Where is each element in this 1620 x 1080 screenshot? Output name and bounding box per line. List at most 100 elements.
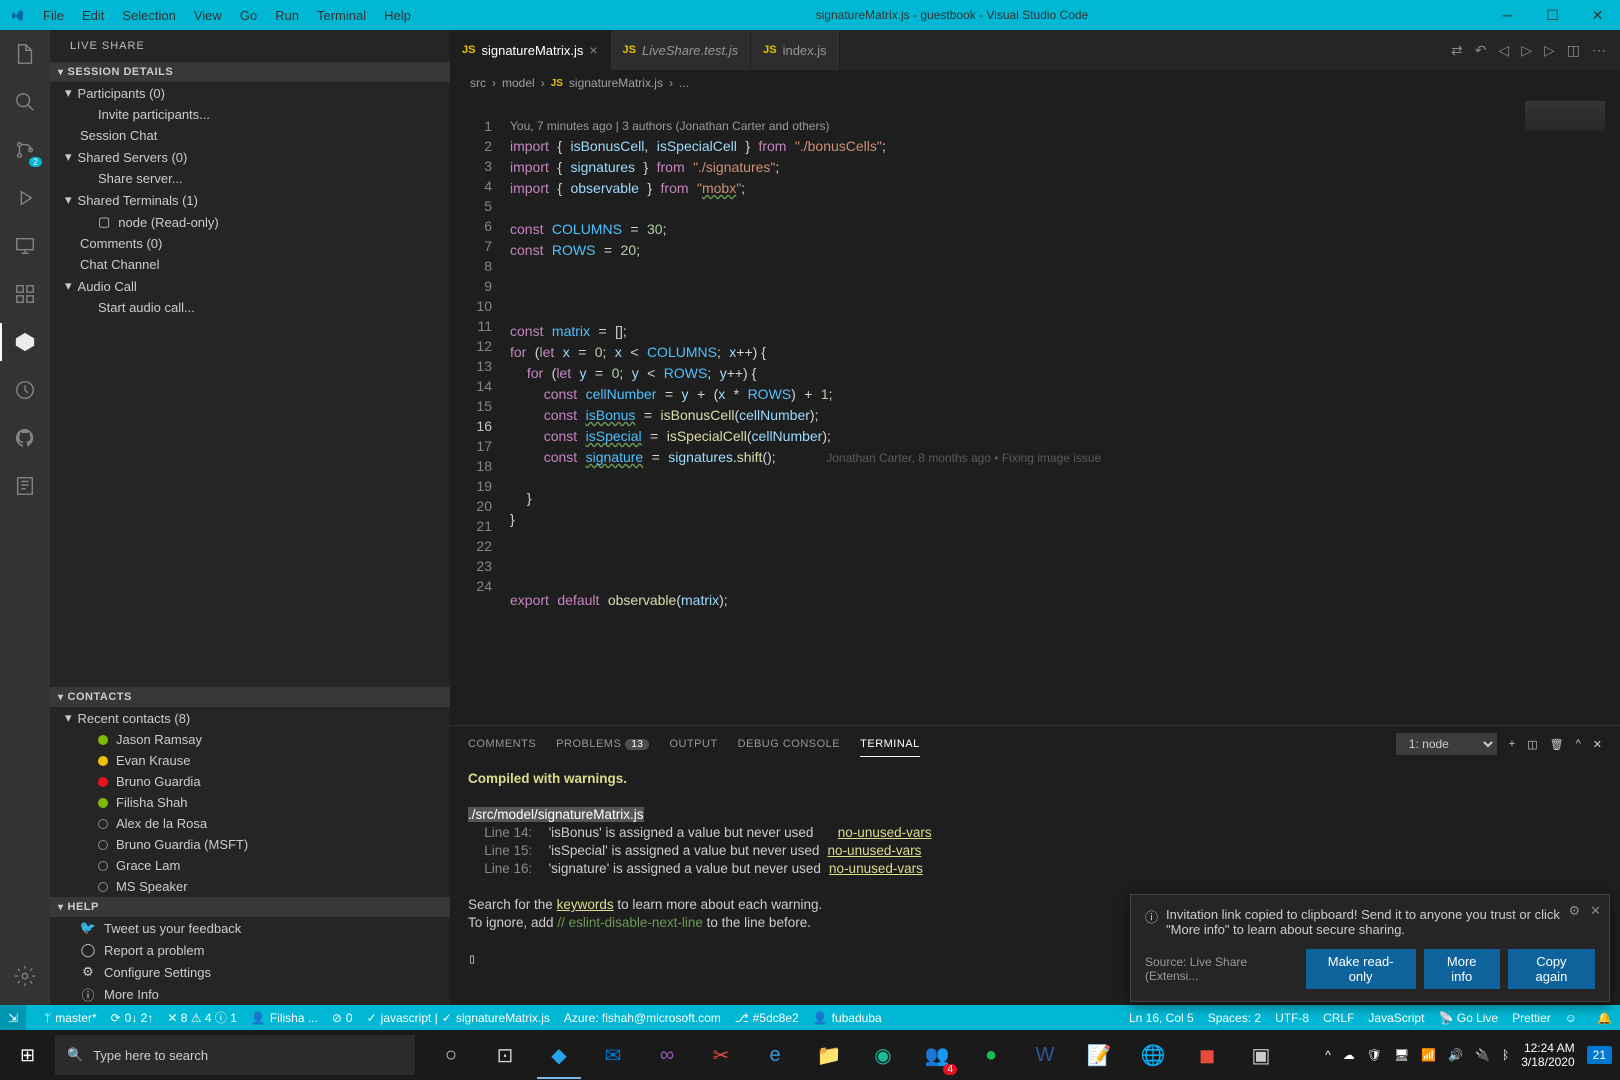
cortana-icon[interactable]: ○	[425, 1031, 477, 1079]
tree-participants[interactable]: ▾Participants (0)	[50, 82, 450, 104]
tray-defender-icon[interactable]: 🛡	[1367, 1048, 1382, 1062]
contact-item[interactable]: Alex de la Rosa	[50, 813, 450, 834]
status-azure[interactable]: Azure: fishah@microsoft.com	[564, 1011, 721, 1025]
taskview-icon[interactable]: ⊡	[479, 1031, 531, 1079]
contact-item[interactable]: Grace Lam	[50, 855, 450, 876]
prev-icon[interactable]: ◁	[1498, 42, 1509, 59]
contact-item[interactable]: Evan Krause	[50, 750, 450, 771]
outlook-taskbar-icon[interactable]: ✉	[587, 1031, 639, 1079]
section-help[interactable]: ▾HELP	[50, 897, 450, 917]
notepad-taskbar-icon[interactable]: 📝	[1073, 1031, 1125, 1079]
menu-selection[interactable]: Selection	[114, 4, 183, 27]
test-icon[interactable]	[11, 376, 39, 404]
status-lang-mode[interactable]: JavaScript	[1368, 1011, 1424, 1025]
close-button[interactable]: ✕	[1575, 7, 1620, 24]
tree-comments[interactable]: Comments (0)	[50, 233, 450, 254]
run-debug-icon[interactable]	[11, 184, 39, 212]
help-more-info[interactable]: ⓘMore Info	[50, 983, 450, 1005]
minimize-button[interactable]: ─	[1485, 7, 1530, 24]
split-terminal-icon[interactable]: ◫	[1527, 738, 1537, 751]
split-icon[interactable]: ◫	[1567, 42, 1580, 59]
close-panel-icon[interactable]: ✕	[1593, 738, 1602, 751]
help-tweet[interactable]: 🐦Tweet us your feedback	[50, 917, 450, 939]
panel-tab-terminal[interactable]: TERMINAL	[860, 732, 920, 757]
tab-livesharetest[interactable]: JSLiveShare.test.js	[611, 30, 752, 70]
visualstudio-taskbar-icon[interactable]: ∞	[641, 1031, 693, 1079]
maximize-panel-icon[interactable]: ^	[1576, 738, 1581, 750]
menu-edit[interactable]: Edit	[74, 4, 112, 27]
breadcrumb-item[interactable]: model	[502, 76, 535, 90]
snip-taskbar-icon[interactable]: ✂	[695, 1031, 747, 1079]
status-user[interactable]: 👤 fubaduba	[813, 1011, 882, 1025]
fileexplorer-taskbar-icon[interactable]: 📁	[803, 1031, 855, 1079]
settings-icon[interactable]	[11, 962, 39, 990]
tray-onedrive-icon[interactable]: ☁	[1343, 1048, 1355, 1062]
tree-shared-servers[interactable]: ▾Shared Servers (0)	[50, 146, 450, 168]
breadcrumb-item[interactable]: src	[470, 76, 486, 90]
contact-item[interactable]: Jason Ramsay	[50, 729, 450, 750]
status-golive[interactable]: 📡 Go Live	[1438, 1011, 1498, 1025]
status-problems[interactable]: ✕ 8 ⚠ 4 ⓘ 1	[167, 1009, 237, 1026]
tree-audio-call[interactable]: ▾Audio Call	[50, 275, 450, 297]
new-terminal-icon[interactable]: +	[1509, 738, 1515, 750]
menu-file[interactable]: File	[35, 4, 72, 27]
section-session-details[interactable]: ▾SESSION DETAILS	[50, 62, 450, 82]
more-icon[interactable]: ⋯	[1592, 42, 1606, 59]
kill-terminal-icon[interactable]: 🗑	[1550, 738, 1564, 751]
status-language[interactable]: ✓ javascript | ✓ signatureMatrix.js	[367, 1011, 550, 1025]
tray-power-icon[interactable]: 🔌	[1475, 1048, 1490, 1062]
panel-tab-output[interactable]: OUTPUT	[669, 732, 717, 756]
status-liveshare[interactable]: 👤 Filisha ...	[251, 1011, 318, 1025]
tray-chevron-icon[interactable]: ^	[1325, 1048, 1331, 1062]
next-icon[interactable]: ▷	[1521, 42, 1532, 59]
tree-invite-participants[interactable]: Invite participants...	[50, 104, 450, 125]
code-editor[interactable]: 123456789101112131415161718192021222324 …	[450, 96, 1620, 725]
tree-session-chat[interactable]: Session Chat	[50, 125, 450, 146]
panel-tab-debug[interactable]: DEBUG CONSOLE	[738, 732, 840, 756]
tray-screen-icon[interactable]: 🖥	[1394, 1048, 1409, 1062]
status-bell-icon[interactable]: 🔔	[1597, 1011, 1612, 1025]
copy-again-button[interactable]: Copy again	[1508, 949, 1595, 989]
help-report[interactable]: ◯Report a problem	[50, 939, 450, 961]
run-icon[interactable]: ▷	[1544, 42, 1555, 59]
edge-taskbar-icon[interactable]: ◉	[857, 1031, 909, 1079]
status-commit[interactable]: ⎇ #5dc8e2	[735, 1011, 799, 1025]
close-tab-icon[interactable]: ×	[589, 42, 597, 58]
edge-legacy-taskbar-icon[interactable]: e	[749, 1031, 801, 1079]
panel-tab-comments[interactable]: COMMENTS	[468, 732, 536, 756]
menu-terminal[interactable]: Terminal	[309, 4, 374, 27]
maximize-button[interactable]: ☐	[1530, 7, 1575, 24]
vscode-taskbar-icon[interactable]: ◆	[533, 1031, 585, 1079]
teams-taskbar-icon[interactable]: 👥4	[911, 1031, 963, 1079]
tray-bluetooth-icon[interactable]: ᛒ	[1502, 1048, 1509, 1062]
chrome-taskbar-icon[interactable]: 🌐	[1127, 1031, 1179, 1079]
word-taskbar-icon[interactable]: W	[1019, 1031, 1071, 1079]
breadcrumb-item[interactable]: ...	[679, 76, 689, 90]
menu-view[interactable]: View	[186, 4, 230, 27]
extensions-icon[interactable]	[11, 280, 39, 308]
github-icon[interactable]	[11, 424, 39, 452]
action-center-icon[interactable]: 21	[1587, 1046, 1612, 1064]
docs-icon[interactable]	[11, 472, 39, 500]
breadcrumb[interactable]: src› model› JSsignatureMatrix.js› ...	[450, 70, 1620, 96]
tab-index[interactable]: JSindex.js	[751, 30, 840, 70]
tree-terminal-node[interactable]: ▢node (Read-only)	[50, 211, 450, 233]
spotify-taskbar-icon[interactable]: ●	[965, 1031, 1017, 1079]
tree-share-server[interactable]: Share server...	[50, 168, 450, 189]
tray-network-icon[interactable]: 📶	[1421, 1048, 1436, 1062]
tree-start-audio[interactable]: Start audio call...	[50, 297, 450, 318]
close-icon[interactable]: ✕	[1590, 903, 1601, 919]
menu-help[interactable]: Help	[376, 4, 419, 27]
terminal-taskbar-icon[interactable]: ▣	[1235, 1031, 1287, 1079]
status-feedback-icon[interactable]: ☺	[1565, 1011, 1577, 1025]
remote-explorer-icon[interactable]	[11, 232, 39, 260]
section-contacts[interactable]: ▾CONTACTS	[50, 687, 450, 707]
status-branch[interactable]: ᛘ master*	[44, 1011, 97, 1025]
liveshare-icon[interactable]	[11, 328, 39, 356]
more-info-button[interactable]: More info	[1424, 949, 1500, 989]
source-control-icon[interactable]: 2	[11, 136, 39, 164]
tree-recent-contacts[interactable]: ▾Recent contacts (8)	[50, 707, 450, 729]
code-content[interactable]: You, 7 minutes ago | 3 authors (Jonathan…	[510, 96, 1620, 725]
status-count[interactable]: ⊘ 0	[332, 1011, 353, 1025]
status-encoding[interactable]: UTF-8	[1275, 1011, 1309, 1025]
